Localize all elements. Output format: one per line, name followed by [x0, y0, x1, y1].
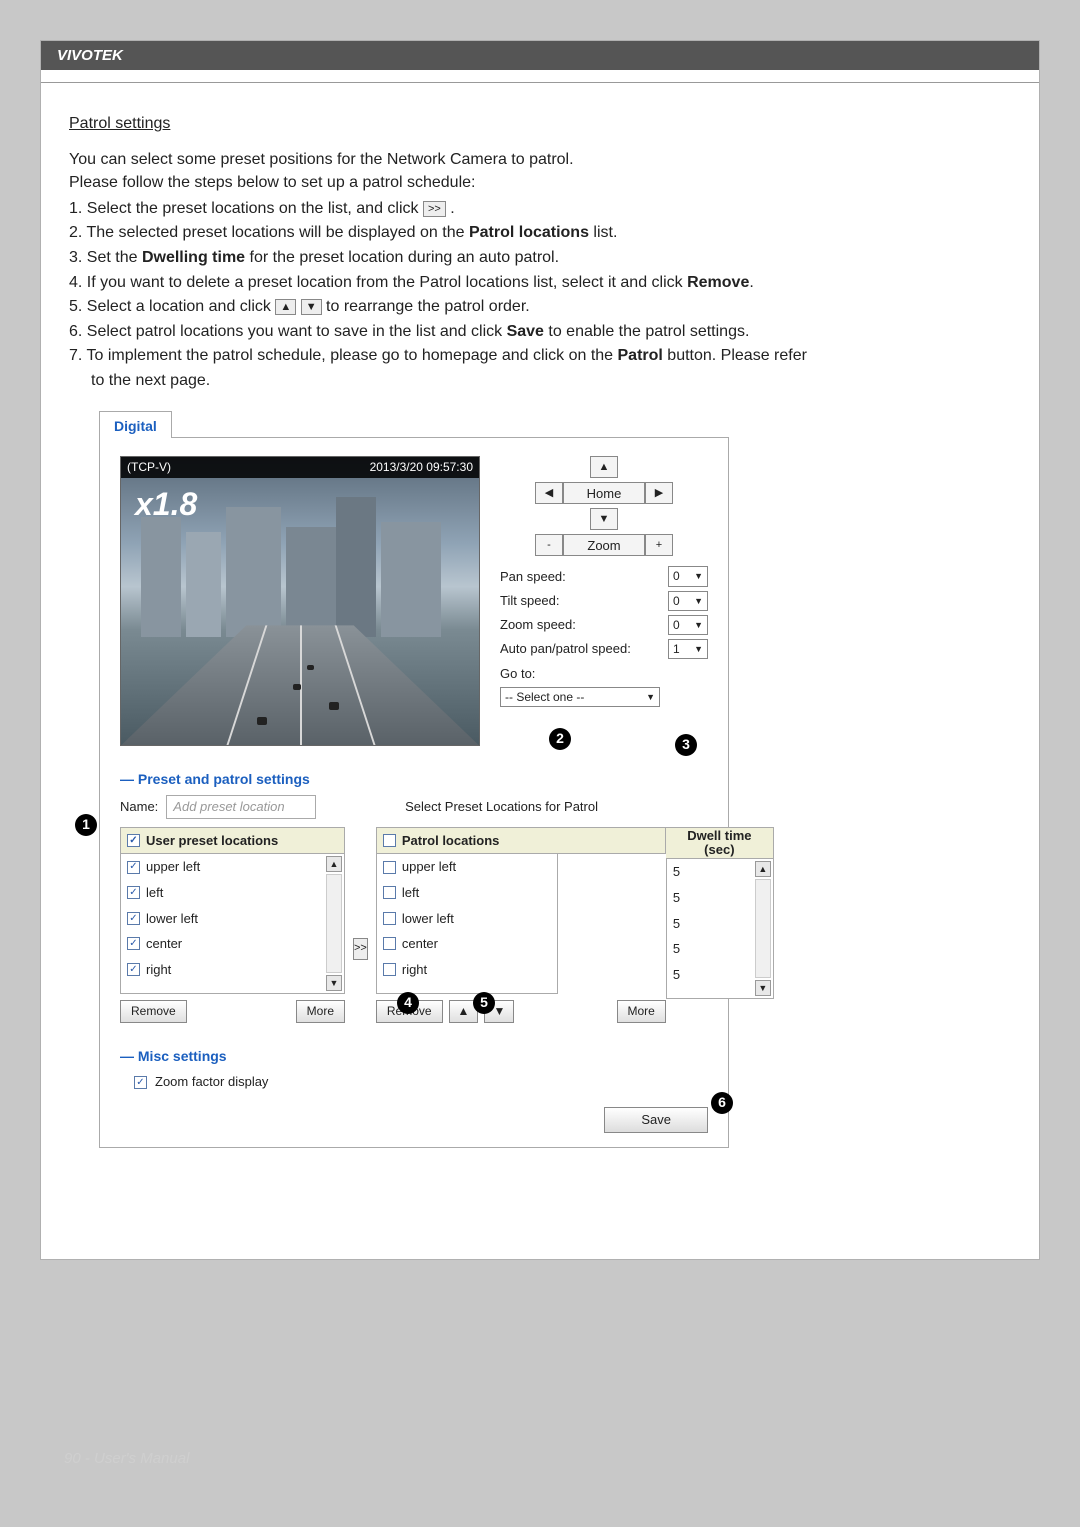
callout-6: 6	[711, 1092, 733, 1114]
intro-text: You can select some preset positions for…	[69, 149, 1011, 194]
auto-speed-label: Auto pan/patrol speed:	[500, 640, 631, 658]
checkbox[interactable]	[383, 861, 396, 874]
transfer-button[interactable]: >>	[353, 938, 368, 960]
video-source: (TCP-V)	[127, 459, 171, 475]
inline-up-icon: ▲	[275, 299, 296, 315]
preset-patrol-heading: — Preset and patrol settings	[120, 770, 708, 789]
checkbox[interactable]	[127, 912, 140, 925]
dwell-time-header: Dwell time(sec)	[666, 827, 774, 860]
step-3: 3. Set the Dwelling time for the preset …	[69, 247, 1011, 269]
list-item[interactable]: upper left	[121, 854, 344, 880]
preset-name-input[interactable]: Add preset location	[166, 795, 316, 819]
page-content: Patrol settings You can select some pres…	[41, 83, 1039, 1160]
callout-4: 4	[397, 992, 419, 1014]
dwell-time-list: ▲ ▼ 5 5 5 5 5	[666, 859, 774, 999]
checkbox[interactable]	[127, 886, 140, 899]
brand-header: VIVOTEK	[41, 41, 1039, 70]
intro-line: Please follow the steps below to set up …	[69, 172, 1011, 194]
pan-left-button[interactable]: ◀	[535, 482, 563, 504]
zoom-in-button[interactable]: +	[645, 534, 673, 556]
misc-settings-heading: — Misc settings	[120, 1047, 708, 1066]
ptz-controls: ▲ ◀ Home ▶ ▼ - Zoom + Pan speed:	[500, 456, 708, 746]
inline-transfer-icon: >>	[423, 201, 446, 217]
scrollbar[interactable]	[326, 874, 342, 973]
scrollbar[interactable]	[755, 879, 771, 978]
callout-1: 1	[75, 814, 97, 836]
select-all-patrol-checkbox[interactable]	[383, 834, 396, 847]
pan-up-button[interactable]: ▲	[590, 456, 618, 478]
user-presets-header: User preset locations	[120, 827, 345, 855]
zoom-label: Zoom	[563, 534, 645, 556]
step-2: 2. The selected preset locations will be…	[69, 222, 1011, 244]
section-title: Patrol settings	[69, 113, 1011, 135]
select-locations-label: Select Preset Locations for Patrol	[405, 798, 598, 816]
tilt-speed-label: Tilt speed:	[500, 592, 560, 610]
goto-label: Go to:	[500, 665, 708, 683]
scroll-up-icon[interactable]: ▲	[755, 861, 771, 877]
video-preview: (TCP-V) 2013/3/20 09:57:30 x1.8	[120, 456, 480, 746]
list-item[interactable]: left	[377, 880, 557, 906]
steps-list: 1. Select the preset locations on the li…	[69, 198, 1011, 392]
callout-3: 3	[675, 734, 697, 756]
checkbox[interactable]	[383, 912, 396, 925]
ui-screenshot: Digital (TCP-V) 2013/3/20 09:57:30 x1.8	[99, 410, 729, 1148]
pan-right-button[interactable]: ▶	[645, 482, 673, 504]
scroll-down-icon[interactable]: ▼	[326, 975, 342, 991]
list-item[interactable]: lower left	[377, 906, 557, 932]
goto-select[interactable]: -- Select one --▼	[500, 687, 660, 707]
select-all-presets-checkbox[interactable]	[127, 834, 140, 847]
intro-line: You can select some preset positions for…	[69, 149, 1011, 171]
remove-preset-button[interactable]: Remove	[120, 1000, 187, 1022]
save-button[interactable]: Save	[604, 1107, 708, 1133]
list-item[interactable]: center	[121, 931, 344, 957]
list-item[interactable]: right	[377, 957, 557, 983]
list-item[interactable]: left	[121, 880, 344, 906]
pan-speed-select[interactable]: 0▼	[668, 566, 708, 586]
step-6: 6. Select patrol locations you want to s…	[69, 321, 1011, 343]
pan-down-button[interactable]: ▼	[590, 508, 618, 530]
video-timestamp: 2013/3/20 09:57:30	[370, 459, 473, 475]
step-1: 1. Select the preset locations on the li…	[69, 198, 1011, 220]
checkbox[interactable]	[383, 937, 396, 950]
name-label: Name:	[120, 798, 158, 816]
patrol-locations-list: upper left left lower left center right	[376, 854, 558, 994]
zoom-factor-label: Zoom factor display	[155, 1073, 268, 1091]
zoom-out-button[interactable]: -	[535, 534, 563, 556]
scroll-up-icon[interactable]: ▲	[326, 856, 342, 872]
checkbox[interactable]	[383, 963, 396, 976]
step-5: 5. Select a location and click ▲ ▼ to re…	[69, 296, 1011, 318]
step-7-cont: to the next page.	[69, 370, 1011, 392]
callout-2: 2	[549, 728, 571, 750]
scroll-down-icon[interactable]: ▼	[755, 980, 771, 996]
auto-speed-select[interactable]: 1▼	[668, 639, 708, 659]
list-item[interactable]: right	[121, 957, 344, 983]
checkbox[interactable]	[127, 963, 140, 976]
checkbox[interactable]	[127, 937, 140, 950]
checkbox[interactable]	[127, 861, 140, 874]
callout-5: 5	[473, 992, 495, 1014]
home-button[interactable]: Home	[563, 482, 645, 504]
list-item[interactable]: upper left	[377, 854, 557, 880]
checkbox[interactable]	[383, 886, 396, 899]
inline-down-icon: ▼	[301, 299, 322, 315]
tab-digital[interactable]: Digital	[99, 411, 172, 439]
user-presets-list: ▲ ▼ upper left left lower left center ri…	[120, 854, 345, 994]
zoom-speed-select[interactable]: 0▼	[668, 615, 708, 635]
step-4: 4. If you want to delete a preset locati…	[69, 272, 1011, 294]
step-7: 7. To implement the patrol schedule, ple…	[69, 345, 1011, 367]
zoom-factor-checkbox[interactable]	[134, 1076, 147, 1089]
list-item[interactable]: lower left	[121, 906, 344, 932]
more-preset-button[interactable]: More	[296, 1000, 345, 1022]
panel-body: (TCP-V) 2013/3/20 09:57:30 x1.8	[99, 437, 729, 1147]
patrol-locations-header: Patrol locations	[376, 827, 666, 855]
zoom-speed-label: Zoom speed:	[500, 616, 576, 634]
tilt-speed-select[interactable]: 0▼	[668, 591, 708, 611]
more-patrol-button[interactable]: More	[617, 1000, 666, 1022]
manual-page: VIVOTEK Patrol settings You can select s…	[40, 40, 1040, 1260]
page-footer: 90 - User's Manual	[40, 1450, 1040, 1467]
pan-speed-label: Pan speed:	[500, 568, 566, 586]
list-item[interactable]: center	[377, 931, 557, 957]
